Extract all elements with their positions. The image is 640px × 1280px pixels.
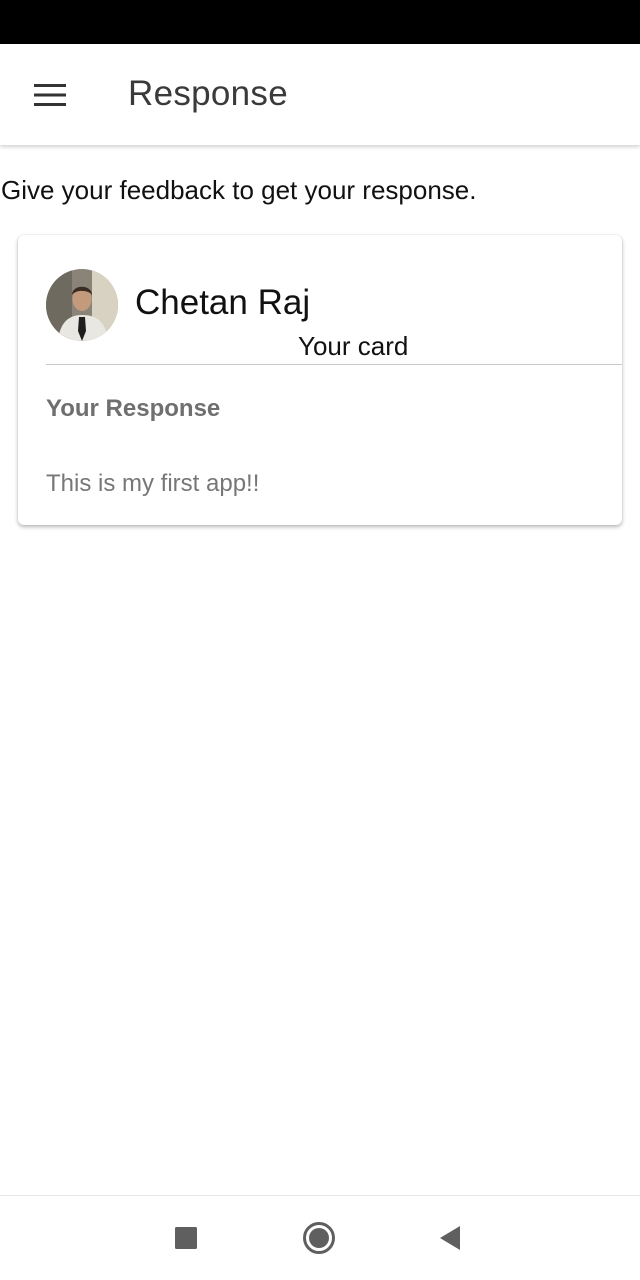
circle-home-icon xyxy=(303,1222,335,1254)
avatar xyxy=(46,269,118,341)
menu-button[interactable] xyxy=(22,69,78,121)
response-text: This is my first app!! xyxy=(46,470,260,497)
card-subtitle: Your card xyxy=(298,331,409,361)
card-divider xyxy=(46,364,622,365)
triangle-back-icon xyxy=(440,1226,460,1250)
system-nav-bar xyxy=(0,1195,640,1280)
hamburger-menu-icon xyxy=(34,84,66,106)
intro-text: Give your feedback to get your response. xyxy=(1,175,477,205)
response-card: Chetan Raj Your card Your Response This … xyxy=(18,235,622,525)
response-label: Your Response xyxy=(46,395,221,422)
square-icon xyxy=(175,1227,197,1249)
home-button[interactable] xyxy=(295,1214,343,1262)
user-name: Chetan Raj xyxy=(135,283,311,322)
recents-button[interactable] xyxy=(162,1214,210,1262)
back-button[interactable] xyxy=(426,1214,474,1262)
user-avatar-photo xyxy=(46,269,118,341)
app-bar: Response xyxy=(0,44,640,145)
page-title: Response xyxy=(128,74,289,113)
status-bar xyxy=(0,0,640,44)
